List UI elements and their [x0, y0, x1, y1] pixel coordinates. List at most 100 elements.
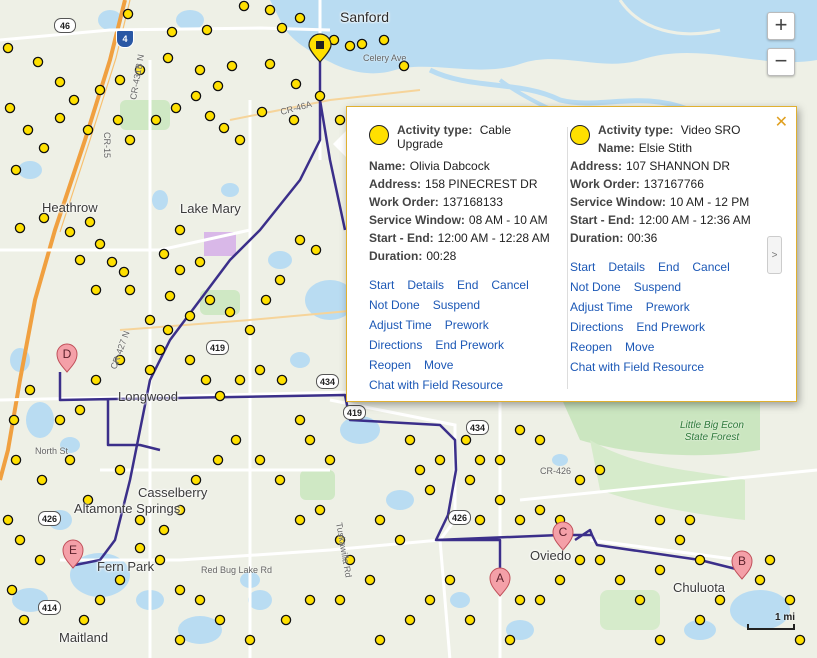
activity-marker[interactable] — [114, 574, 126, 586]
activity-marker[interactable] — [494, 454, 506, 466]
activity-marker[interactable] — [174, 264, 186, 276]
activity-marker[interactable] — [54, 112, 66, 124]
activity-marker[interactable] — [460, 434, 472, 446]
details-link[interactable]: Details — [407, 278, 444, 292]
activity-marker[interactable] — [230, 434, 242, 446]
activity-marker[interactable] — [324, 454, 336, 466]
end-prework-link[interactable]: End Prework — [636, 320, 705, 334]
activity-marker[interactable] — [304, 434, 316, 446]
activity-marker[interactable] — [78, 614, 90, 626]
activity-marker[interactable] — [534, 504, 546, 516]
activity-marker[interactable] — [124, 134, 136, 146]
activity-marker[interactable] — [10, 454, 22, 466]
activity-marker[interactable] — [190, 90, 202, 102]
reopen-link[interactable]: Reopen — [570, 340, 612, 354]
activity-marker[interactable] — [254, 454, 266, 466]
activity-marker[interactable] — [14, 534, 26, 546]
details-link[interactable]: Details — [608, 260, 645, 274]
activity-marker[interactable] — [38, 142, 50, 154]
activity-marker[interactable] — [4, 102, 16, 114]
activity-marker[interactable] — [694, 614, 706, 626]
activity-marker[interactable] — [64, 454, 76, 466]
chat-field-resource-link[interactable]: Chat with Field Resource — [369, 378, 503, 392]
move-link[interactable]: Move — [424, 358, 453, 372]
suspend-link[interactable]: Suspend — [634, 280, 681, 294]
activity-marker[interactable] — [314, 504, 326, 516]
activity-marker[interactable] — [304, 594, 316, 606]
activity-marker[interactable] — [32, 56, 44, 68]
activity-marker[interactable] — [124, 284, 136, 296]
activity-marker[interactable] — [344, 40, 356, 52]
activity-marker[interactable] — [554, 574, 566, 586]
activity-marker[interactable] — [654, 564, 666, 576]
activity-marker[interactable] — [764, 554, 776, 566]
activity-marker[interactable] — [694, 554, 706, 566]
activity-marker[interactable] — [90, 284, 102, 296]
move-link[interactable]: Move — [625, 340, 654, 354]
activity-marker[interactable] — [634, 594, 646, 606]
activity-marker[interactable] — [164, 290, 176, 302]
activity-marker[interactable] — [244, 634, 256, 646]
activity-marker[interactable] — [504, 634, 516, 646]
activity-marker[interactable] — [574, 474, 586, 486]
activity-marker[interactable] — [414, 464, 426, 476]
activity-marker[interactable] — [94, 238, 106, 250]
activity-marker[interactable] — [190, 474, 202, 486]
activity-marker[interactable] — [364, 574, 376, 586]
activity-marker[interactable] — [534, 594, 546, 606]
activity-marker[interactable] — [280, 614, 292, 626]
activity-marker[interactable] — [464, 474, 476, 486]
activity-marker[interactable] — [14, 222, 26, 234]
activity-marker[interactable] — [6, 584, 18, 596]
activity-marker[interactable] — [54, 76, 66, 88]
activity-marker[interactable] — [154, 554, 166, 566]
popup-close-icon[interactable]: ✕ — [775, 115, 788, 131]
activity-marker[interactable] — [112, 114, 124, 126]
activity-marker[interactable] — [276, 374, 288, 386]
activity-marker[interactable] — [464, 614, 476, 626]
activity-marker[interactable] — [194, 64, 206, 76]
end-link[interactable]: End — [658, 260, 679, 274]
zoom-in-button[interactable]: + — [767, 12, 795, 40]
activity-marker[interactable] — [294, 414, 306, 426]
activity-marker[interactable] — [166, 26, 178, 38]
cancel-link[interactable]: Cancel — [692, 260, 729, 274]
activity-marker[interactable] — [274, 274, 286, 286]
activity-marker[interactable] — [754, 574, 766, 586]
activity-marker[interactable] — [174, 584, 186, 596]
activity-marker[interactable] — [334, 594, 346, 606]
activity-marker[interactable] — [494, 494, 506, 506]
activity-marker[interactable] — [404, 434, 416, 446]
activity-marker[interactable] — [474, 454, 486, 466]
activity-marker[interactable] — [10, 164, 22, 176]
activity-marker[interactable] — [226, 60, 238, 72]
activity-marker[interactable] — [424, 594, 436, 606]
activity-marker[interactable] — [534, 434, 546, 446]
activity-marker[interactable] — [204, 110, 216, 122]
activity-marker[interactable] — [134, 542, 146, 554]
prework-link[interactable]: Prework — [445, 318, 489, 332]
activity-marker[interactable] — [294, 514, 306, 526]
activity-marker[interactable] — [2, 514, 14, 526]
activity-marker[interactable] — [84, 216, 96, 228]
end-link[interactable]: End — [457, 278, 478, 292]
activity-marker[interactable] — [378, 34, 390, 46]
activity-marker[interactable] — [274, 474, 286, 486]
activity-marker[interactable] — [290, 78, 302, 90]
activity-marker[interactable] — [184, 354, 196, 366]
activity-marker[interactable] — [212, 454, 224, 466]
activity-marker[interactable] — [144, 364, 156, 376]
activity-marker[interactable] — [434, 454, 446, 466]
end-prework-link[interactable]: End Prework — [435, 338, 504, 352]
activity-marker[interactable] — [144, 314, 156, 326]
activity-marker[interactable] — [334, 114, 346, 126]
activity-marker[interactable] — [214, 390, 226, 402]
activity-marker[interactable] — [288, 114, 300, 126]
activity-marker[interactable] — [200, 374, 212, 386]
activity-marker[interactable] — [24, 384, 36, 396]
activity-marker[interactable] — [264, 4, 276, 16]
activity-marker[interactable] — [174, 504, 186, 516]
activity-marker[interactable] — [224, 306, 236, 318]
activity-marker[interactable] — [474, 514, 486, 526]
activity-marker[interactable] — [94, 84, 106, 96]
